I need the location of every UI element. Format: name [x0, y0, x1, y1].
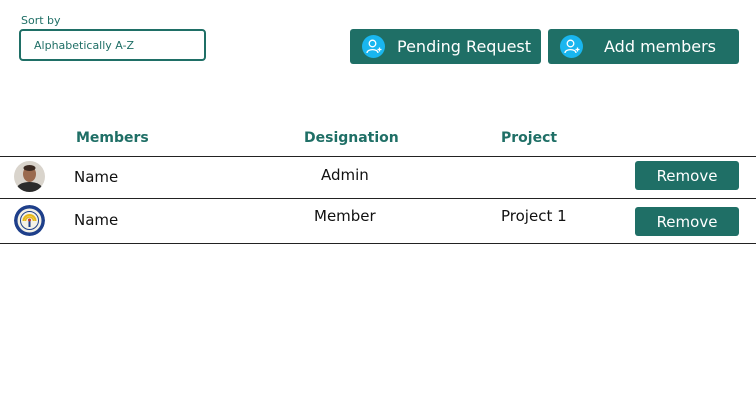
column-header-members: Members	[76, 130, 149, 146]
sort-by-select[interactable]: Alphabetically A-Z	[19, 29, 206, 61]
sort-by-label: Sort by	[21, 14, 61, 27]
avatar	[14, 205, 45, 236]
pending-request-label: Pending Request	[397, 37, 532, 56]
add-user-icon	[560, 35, 583, 58]
table-divider	[0, 243, 756, 244]
member-designation: Member	[314, 207, 376, 225]
add-user-icon	[362, 35, 385, 58]
column-header-project: Project	[501, 130, 558, 146]
column-header-designation: Designation	[304, 130, 399, 146]
remove-button[interactable]: Remove	[635, 207, 739, 236]
add-members-label: Add members	[604, 37, 716, 56]
member-designation: Admin	[321, 166, 369, 184]
member-project: Project 1	[501, 207, 567, 225]
member-name: Name	[74, 211, 119, 229]
member-name: Name	[74, 168, 119, 186]
table-row: Name Admin Remove	[0, 157, 756, 198]
avatar	[14, 161, 45, 192]
table-row: Name Member Project 1 Remove	[0, 199, 756, 243]
add-members-button[interactable]: Add members	[548, 29, 739, 64]
pending-request-button[interactable]: Pending Request	[350, 29, 541, 64]
remove-button[interactable]: Remove	[635, 161, 739, 190]
